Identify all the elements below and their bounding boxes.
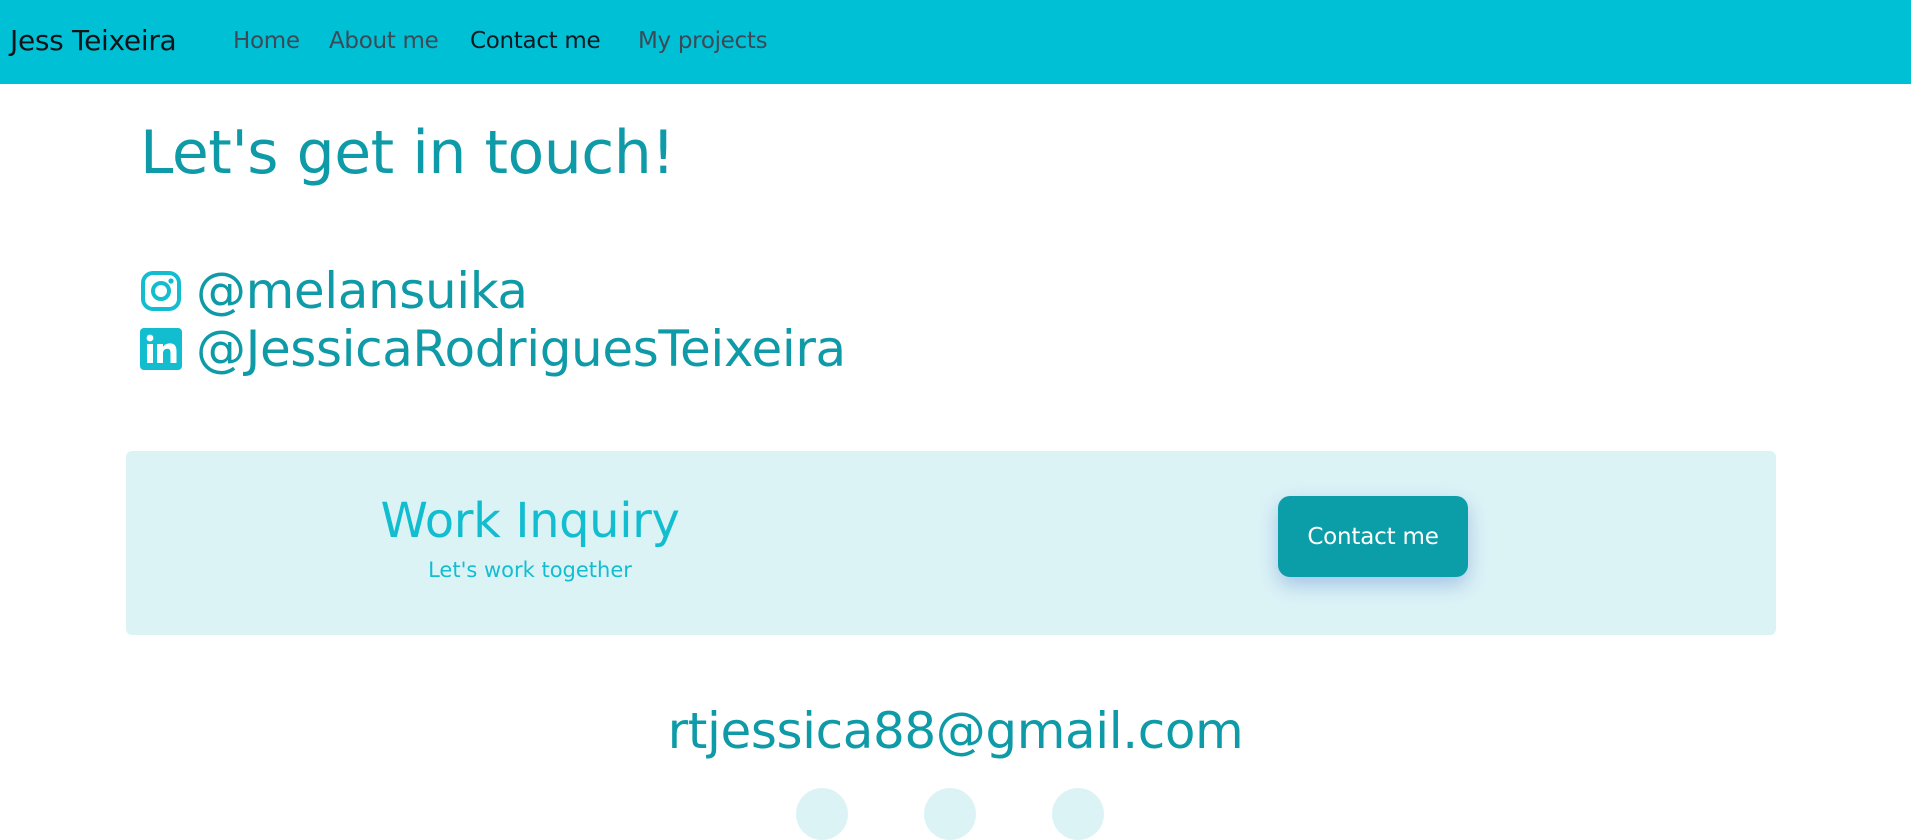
email-link[interactable]: rtjessica88@gmail.com xyxy=(0,702,1911,760)
social-icon[interactable] xyxy=(796,788,848,840)
inquiry-title: Work Inquiry xyxy=(380,493,680,549)
nav-link-projects[interactable]: My projects xyxy=(638,28,768,54)
contact-me-button[interactable]: Contact me xyxy=(1278,496,1468,577)
instagram-handle: @melansuika xyxy=(196,262,528,320)
instagram-icon xyxy=(140,270,182,312)
social-icon[interactable] xyxy=(1052,788,1104,840)
linkedin-icon xyxy=(140,328,182,370)
top-navbar: Jess Teixeira Home About me Contact me M… xyxy=(0,0,1911,84)
page-title: Let's get in touch! xyxy=(140,118,675,188)
nav-link-about[interactable]: About me xyxy=(329,28,439,54)
nav-link-home[interactable]: Home xyxy=(233,28,300,54)
linkedin-handle: @JessicaRodriguesTeixeira xyxy=(196,320,846,378)
social-icon[interactable] xyxy=(924,788,976,840)
nav-link-contact[interactable]: Contact me xyxy=(470,28,601,54)
brand-name[interactable]: Jess Teixeira xyxy=(10,24,177,57)
social-link-linkedin[interactable]: @JessicaRodriguesTeixeira xyxy=(140,320,846,378)
work-inquiry-panel: Work Inquiry Let's work together Contact… xyxy=(126,451,1776,635)
inquiry-subtitle: Let's work together xyxy=(428,558,632,582)
social-link-instagram[interactable]: @melansuika xyxy=(140,262,528,320)
